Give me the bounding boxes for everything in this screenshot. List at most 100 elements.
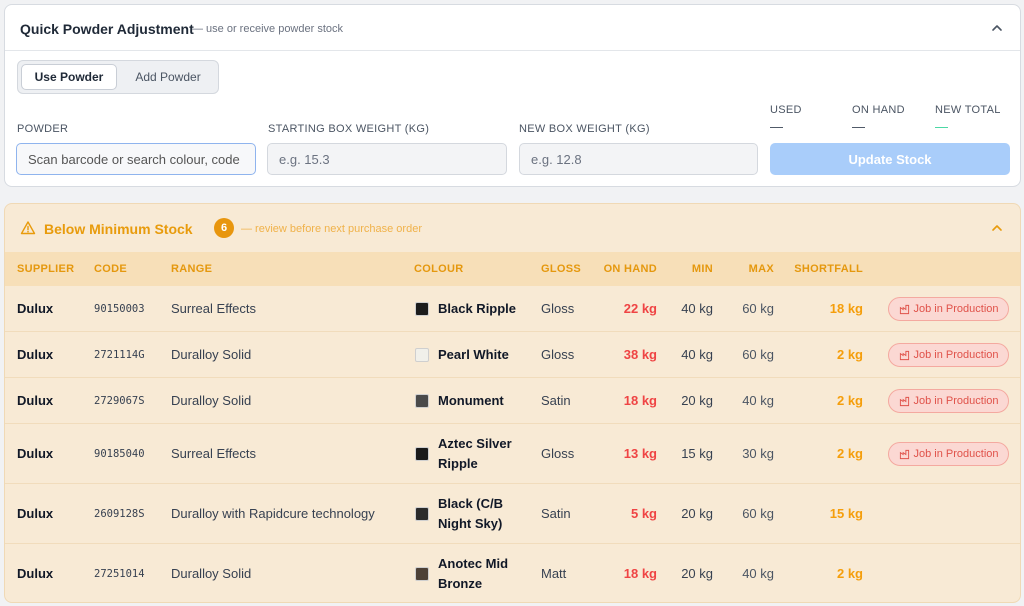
max-cell: 60 kg (742, 347, 774, 362)
below-min-count-badge: 6 (214, 218, 234, 238)
job-in-production-badge[interactable]: Job in Production (888, 297, 1009, 321)
range-cell: Duralloy Solid (171, 566, 252, 581)
on-hand-cell: 22 kg (623, 301, 657, 316)
code-cell: 27251014 (94, 568, 145, 580)
shortfall-cell: 18 kg (829, 301, 863, 316)
below-min-header[interactable]: Below Minimum Stock 6 — review before ne… (5, 204, 1020, 252)
on-hand-cell: 38 kg (623, 347, 657, 362)
table-row[interactable]: Dulux 90150003 Surreal Effects Black Ripple… (5, 286, 1020, 332)
gloss-cell: Matt (541, 566, 567, 581)
update-stock-button[interactable]: Update Stock (770, 143, 1010, 175)
mode-toggle: Use Powder Add Powder (17, 60, 219, 94)
colour-swatch (415, 394, 429, 408)
col-supplier[interactable]: SUPPLIER (17, 263, 74, 275)
table-row[interactable]: Dulux 2721114G Duralloy Solid Pearl White Gl… (5, 332, 1020, 378)
factory-icon (899, 396, 909, 406)
quick-adjust-subtitle: — use or receive powder stock (192, 23, 344, 35)
status-label: Job in Production (913, 395, 999, 407)
use-powder-tab[interactable]: Use Powder (21, 64, 117, 90)
quick-adjust-header[interactable]: Quick Powder Adjustment — use or receive… (5, 5, 1020, 51)
max-cell: 40 kg (742, 393, 774, 408)
colour-swatch (415, 348, 429, 362)
on-hand-cell: 18 kg (623, 393, 657, 408)
range-cell: Duralloy with Rapidcure technology (171, 506, 375, 521)
starting-weight-input[interactable]: e.g. 15.3 (267, 143, 507, 175)
quick-powder-adjustment-panel: Quick Powder Adjustment — use or receive… (4, 4, 1021, 187)
table-row[interactable]: Dulux 27251014 Duralloy Solid Anotec Mid Br… (5, 544, 1020, 602)
colour-cell: Anotec Mid Bronze (438, 556, 509, 591)
on-hand-cell: 13 kg (623, 446, 657, 461)
below-min-subtitle: — review before next purchase order (241, 223, 422, 235)
code-cell: 2729067S (94, 395, 145, 407)
col-on-hand[interactable]: ON HAND (604, 263, 657, 275)
col-min[interactable]: MIN (692, 263, 713, 275)
range-cell: Duralloy Solid (171, 393, 252, 408)
table-header: SUPPLIER CODE RANGE COLOUR GLOSS ON HAND… (5, 252, 1020, 286)
shortfall-cell: 15 kg (829, 506, 863, 521)
supplier-cell: Dulux (17, 566, 54, 581)
shortfall-cell: 2 kg (836, 446, 863, 461)
new-total-label: NEW TOTAL (935, 104, 1001, 116)
job-in-production-badge[interactable]: Job in Production (888, 442, 1009, 466)
max-cell: 60 kg (742, 301, 774, 316)
supplier-cell: Dulux (17, 347, 54, 362)
factory-icon (899, 304, 909, 314)
range-cell: Surreal Effects (171, 301, 257, 316)
supplier-cell: Dulux (17, 301, 54, 316)
table-row[interactable]: Dulux 2729067S Duralloy Solid Monument Satin… (5, 378, 1020, 424)
status-label: Job in Production (913, 448, 999, 460)
range-cell: Surreal Effects (171, 446, 257, 461)
table-row[interactable]: Dulux 90185040 Surreal Effects Aztec Silver… (5, 424, 1020, 484)
col-code[interactable]: CODE (94, 263, 127, 275)
col-gloss[interactable]: GLOSS (541, 263, 581, 275)
powder-search-input[interactable]: Scan barcode or search colour, code (16, 143, 256, 175)
gloss-cell: Gloss (541, 347, 575, 362)
colour-swatch (415, 302, 429, 316)
colour-swatch (415, 567, 429, 581)
code-cell: 2721114G (94, 349, 145, 361)
table-row[interactable]: Dulux 2609128S Duralloy with Rapidcure tec… (5, 484, 1020, 544)
job-in-production-badge[interactable]: Job in Production (888, 343, 1009, 367)
col-max[interactable]: MAX (749, 263, 774, 275)
colour-cell: Monument (438, 393, 504, 408)
new-total-value: — (935, 119, 948, 134)
add-powder-tab[interactable]: Add Powder (120, 64, 216, 90)
col-shortfall[interactable]: SHORTFALL (794, 263, 863, 275)
max-cell: 40 kg (742, 566, 774, 581)
starting-weight-label: STARTING BOX WEIGHT (KG) (268, 123, 430, 135)
chevron-up-icon[interactable] (990, 221, 1004, 235)
gloss-cell: Gloss (541, 301, 575, 316)
on-hand-label: ON HAND (852, 104, 905, 116)
used-value: — (770, 119, 783, 134)
col-range[interactable]: RANGE (171, 263, 212, 275)
factory-icon (899, 449, 909, 459)
colour-cell: Black (C/B Night Sky) (438, 496, 504, 531)
max-cell: 30 kg (742, 446, 774, 461)
colour-cell: Aztec Silver Ripple (438, 436, 512, 471)
below-minimum-stock-panel: Below Minimum Stock 6 — review before ne… (4, 203, 1021, 603)
quick-adjust-title: Quick Powder Adjustment (20, 21, 194, 37)
new-weight-label: NEW BOX WEIGHT (KG) (519, 123, 650, 135)
supplier-cell: Dulux (17, 393, 54, 408)
colour-cell: Pearl White (438, 347, 509, 362)
factory-icon (899, 350, 909, 360)
gloss-cell: Satin (541, 506, 571, 521)
status-label: Job in Production (913, 303, 999, 315)
job-in-production-badge[interactable]: Job in Production (888, 389, 1009, 413)
shortfall-cell: 2 kg (836, 393, 863, 408)
range-cell: Duralloy Solid (171, 347, 252, 362)
min-cell: 40 kg (681, 301, 713, 316)
max-cell: 60 kg (742, 506, 774, 521)
shortfall-cell: 2 kg (836, 566, 863, 581)
on-hand-value: — (852, 119, 865, 134)
new-weight-input[interactable]: e.g. 12.8 (519, 143, 758, 175)
shortfall-cell: 2 kg (836, 347, 863, 362)
supplier-cell: Dulux (17, 506, 54, 521)
min-cell: 20 kg (681, 506, 713, 521)
gloss-cell: Gloss (541, 446, 575, 461)
code-cell: 2609128S (94, 508, 145, 520)
chevron-up-icon[interactable] (990, 21, 1004, 35)
min-cell: 20 kg (681, 393, 713, 408)
status-label: Job in Production (913, 349, 999, 361)
col-colour[interactable]: COLOUR (414, 263, 463, 275)
